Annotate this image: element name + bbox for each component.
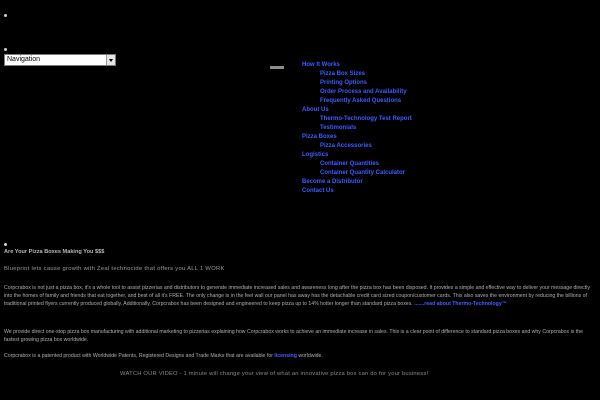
menu-item-become-distributor[interactable]: Become a Distributor: [302, 178, 363, 186]
menu-item-faq[interactable]: Frequently Asked Questions: [320, 97, 401, 105]
patent-text-suffix: worldwide.: [298, 353, 323, 359]
menu-drag-handle[interactable]: [270, 66, 284, 69]
menu-item-thermo-test-report[interactable]: Thermo-Technology Test Report: [320, 115, 412, 123]
licensing-link[interactable]: licensing: [274, 353, 297, 359]
menu-item-how-it-works[interactable]: How It Works: [302, 61, 340, 69]
page-subheading: Blueprint lets cause growth with Zeal te…: [4, 266, 225, 272]
menu-item-testimonials[interactable]: Testimonials: [320, 124, 356, 132]
bullet-dot: [4, 243, 7, 246]
thermo-technology-link[interactable]: .......read about Thermo-Technology™: [414, 301, 507, 307]
patent-paragraph: Corpcrabox is a patented product with Wo…: [4, 352, 596, 360]
video-callout[interactable]: WATCH OUR VIDEO - 1 minute will change y…: [120, 371, 428, 377]
patent-text: Corpcrabox is a patented product with Wo…: [4, 353, 273, 359]
menu-item-pizza-box-sizes[interactable]: Pizza Box Sizes: [320, 70, 365, 78]
navigation-select-value: Navigation: [7, 56, 41, 63]
menu-item-pizza-accessories[interactable]: Pizza Accessories: [320, 142, 372, 150]
menu-item-logistics[interactable]: Logistics: [302, 151, 328, 159]
menu-item-printing-options[interactable]: Printing Options: [320, 79, 367, 87]
chevron-down-icon[interactable]: [106, 55, 115, 65]
manufacturing-paragraph: We provide direct one-stop pizza box man…: [4, 329, 583, 343]
navigation-select[interactable]: Navigation: [4, 54, 116, 66]
bullet-dot: [4, 48, 7, 51]
menu-item-pizza-boxes[interactable]: Pizza Boxes: [302, 133, 337, 141]
menu-item-about-us[interactable]: About Us: [302, 106, 329, 114]
menu-item-container-calculator[interactable]: Container Quantity Calculator: [320, 169, 405, 177]
menu-item-order-process[interactable]: Order Process and Availability: [320, 88, 407, 96]
page-heading: Are Your Pizza Boxes Making You $$$: [4, 249, 105, 255]
bullet-dot: [4, 14, 7, 17]
menu-item-container-quantities[interactable]: Container Quantities: [320, 160, 379, 168]
intro-paragraph: Corpcrabox is not just a pizza box, it's…: [4, 284, 596, 324]
menu-item-contact-us[interactable]: Contact Us: [302, 187, 334, 195]
